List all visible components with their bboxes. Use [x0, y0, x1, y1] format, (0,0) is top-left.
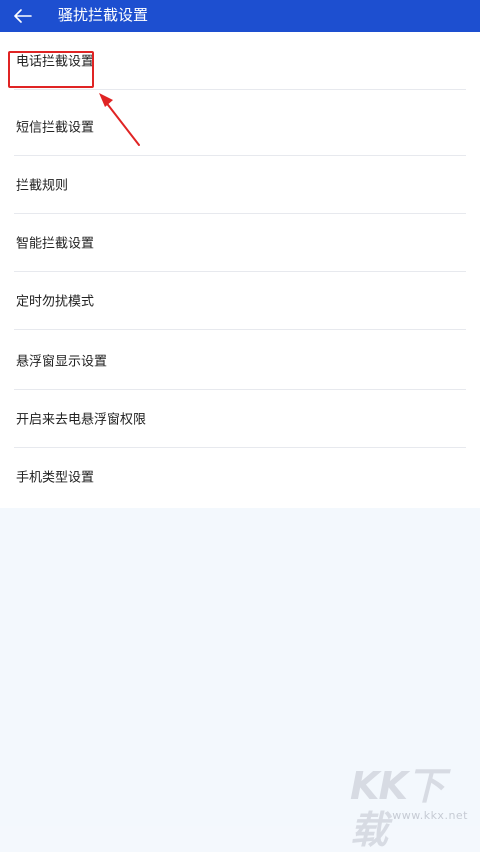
settings-item-call-block[interactable]: 电话拦截设置 — [14, 32, 466, 90]
settings-item-label: 开启来去电悬浮窗权限 — [16, 412, 147, 428]
settings-item-floating-permission[interactable]: 开启来去电悬浮窗权限 — [14, 390, 466, 448]
settings-item-floating-window[interactable]: 悬浮窗显示设置 — [14, 332, 466, 390]
settings-item-label: 智能拦截设置 — [16, 236, 95, 252]
settings-item-label: 定时勿扰模式 — [16, 294, 95, 310]
page-title: 骚扰拦截设置 — [58, 6, 149, 24]
watermark-logo: KK下载 — [350, 764, 445, 852]
back-button[interactable] — [10, 3, 36, 29]
settings-item-sms-block[interactable]: 短信拦截设置 — [14, 98, 466, 156]
app-header: 骚扰拦截设置 — [0, 0, 480, 32]
empty-area: KK下载 www.kkx.net — [0, 508, 480, 852]
settings-item-smart-block[interactable]: 智能拦截设置 — [14, 214, 466, 272]
watermark: KK下载 www.kkx.net — [350, 764, 470, 852]
watermark-url: www.kkx.net — [392, 809, 468, 822]
settings-list: 电话拦截设置 短信拦截设置 拦截规则 智能拦截设置 定时勿扰模式 悬浮窗显示设置… — [0, 32, 480, 508]
settings-item-scheduled-dnd[interactable]: 定时勿扰模式 — [14, 272, 466, 330]
settings-item-label: 短信拦截设置 — [16, 120, 95, 136]
settings-item-label: 拦截规则 — [16, 178, 69, 194]
settings-item-block-rules[interactable]: 拦截规则 — [14, 156, 466, 214]
settings-item-label: 手机类型设置 — [16, 470, 95, 486]
settings-item-label: 电话拦截设置 — [16, 54, 95, 70]
settings-item-phone-type[interactable]: 手机类型设置 — [14, 448, 466, 506]
settings-item-label: 悬浮窗显示设置 — [16, 354, 108, 370]
arrow-left-icon — [14, 9, 32, 23]
